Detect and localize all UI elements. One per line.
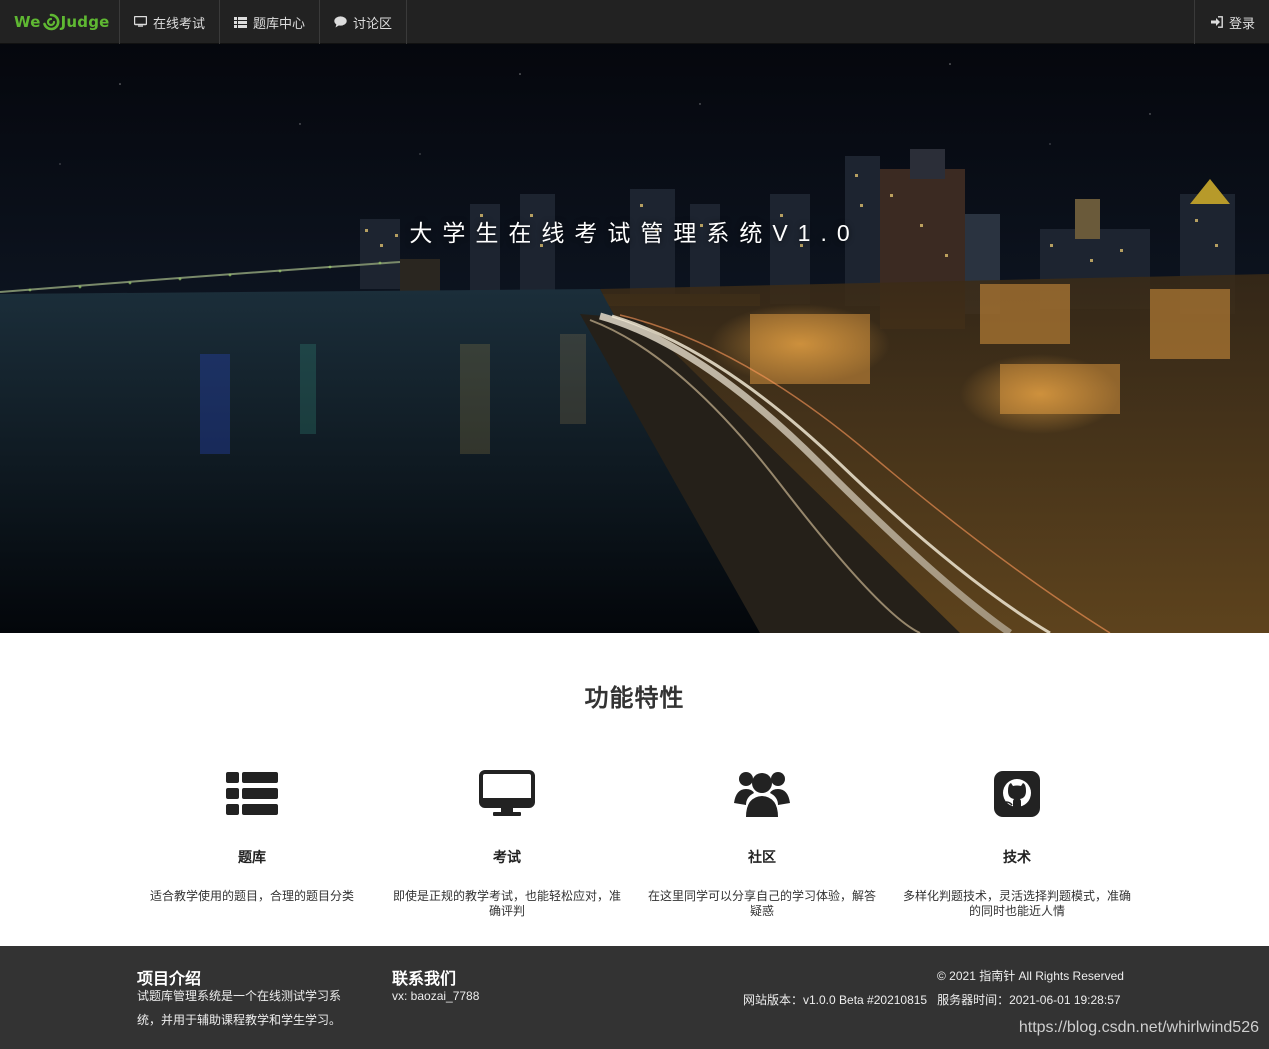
list-icon [226,772,278,815]
feature-desc: 适合教学使用的题目，合理的题目分类 [149,889,354,903]
nav-discussion-label: 讨论区 [353,15,393,31]
login-label: 登录 [1228,15,1255,31]
feature-desc: 即使是正规的教学考试，也能轻松应对，准确评判 [392,889,621,918]
brand-text-right: Judge [60,13,110,31]
nav-online-exam-label: 在线考试 [153,15,206,31]
nav-question-bank[interactable]: 题库中心 [220,0,321,44]
monitor-icon [134,16,147,27]
list-icon [234,16,248,28]
contact-text: vx: baozai_7788 [392,989,480,1003]
version-info: 网站版本：v1.0.0 Beta #20210815 服务器时间：2021-06… [743,993,1121,1007]
feature-name: 考试 [493,849,521,865]
footer: 项目介绍 试题库管理系统是一个在线测试学习系统，并用于辅助课程教学和学生学习。 … [0,946,1269,1049]
brand-logo[interactable]: We Judge [0,0,120,44]
feature-desc: 在这里同学可以分享自己的学习体验，解答疑惑 [647,889,876,918]
feature-desc: 多样化判题技术，灵活选择判题模式，准确的同时也能近人情 [902,889,1131,918]
feature-community: 社区 在这里同学可以分享自己的学习体验，解答疑惑 [647,765,877,919]
brand-text-left: We [14,13,41,31]
intro-text: 试题库管理系统是一个在线测试学习系统，并用于辅助课程教学和学生学习。 [137,989,342,1027]
desktop-icon [479,770,535,816]
top-navbar: We Judge 在线考试 题库中心 讨论区 登录 [0,0,1269,44]
swirl-icon [42,13,60,31]
copyright: © 2021 指南针 All Rights Reserved [937,969,1124,983]
feature-name: 题库 [238,849,266,865]
features-title: 功能特性 [584,685,685,712]
sign-in-icon [1210,16,1223,28]
nav-online-exam[interactable]: 在线考试 [120,0,221,44]
feature-tech: 技术 多样化判题技术，灵活选择判题模式，准确的同时也能近人情 [902,765,1132,919]
hero-title: 大学生在线考试管理系统V1.0 [409,220,860,246]
city-night-image [0,44,1269,633]
feature-exam: 考试 即使是正规的教学考试，也能轻松应对，准确评判 [392,765,622,919]
watermark: https://blog.csdn.net/whirlwind526 [1018,1019,1259,1036]
comment-icon [334,16,347,28]
feature-name: 技术 [1003,849,1031,865]
feature-name: 社区 [748,849,776,865]
nav-discussion[interactable]: 讨论区 [320,0,408,44]
hero-banner: 大学生在线考试管理系统V1.0 [0,44,1269,633]
login-button[interactable]: 登录 [1193,0,1269,44]
nav-question-bank-label: 题库中心 [253,15,306,31]
feature-question-bank: 题库 适合教学使用的题目，合理的题目分类 [137,765,367,904]
users-icon [734,772,790,817]
github-icon [994,771,1040,817]
